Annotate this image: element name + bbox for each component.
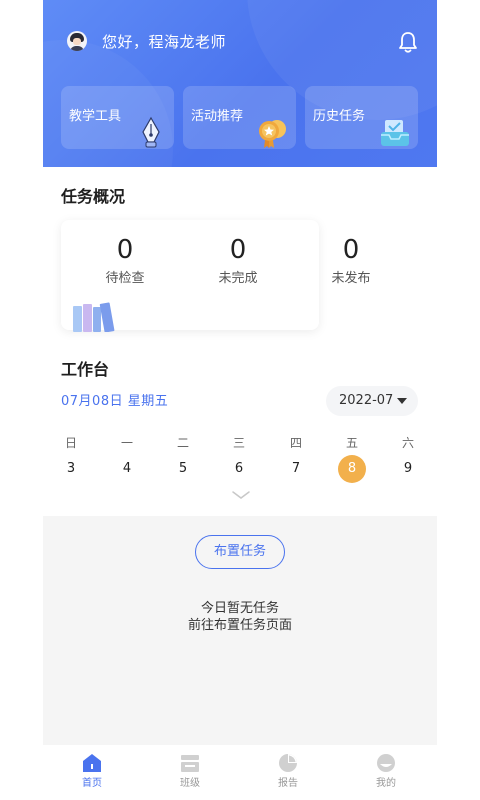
bottom-nav: 首页 班级 报告 我的 bbox=[43, 745, 437, 800]
stat-value: 0 bbox=[229, 235, 247, 265]
calendar-day[interactable]: 6 bbox=[225, 455, 253, 483]
calendar-day[interactable]: 3 bbox=[57, 455, 85, 483]
caret-down-icon bbox=[397, 398, 407, 404]
weekday-label: 日 bbox=[64, 436, 77, 450]
calendar-day[interactable]: 7 bbox=[282, 455, 310, 483]
greeting-text: 您好，程海龙老师 bbox=[102, 33, 227, 51]
weekday-label: 二 bbox=[176, 436, 189, 450]
nav-label: 我的 bbox=[376, 778, 396, 789]
class-icon bbox=[181, 755, 199, 772]
weekday-label: 六 bbox=[401, 436, 414, 450]
calendar-day[interactable]: 5 bbox=[169, 455, 197, 483]
header: 您好，程海龙老师 教学工具 活动推荐 历史任务 bbox=[43, 0, 437, 167]
calendar-day-today[interactable]: 8 bbox=[338, 455, 366, 483]
tool-card-history-tasks[interactable]: 历史任务 bbox=[305, 86, 418, 149]
nav-label: 首页 bbox=[82, 778, 102, 789]
stat-value: 0 bbox=[116, 235, 134, 265]
home-icon bbox=[83, 754, 101, 772]
stat-value: 0 bbox=[342, 235, 360, 265]
assign-task-button[interactable]: 布置任务 bbox=[195, 535, 285, 569]
empty-task-area: 布置任务 今日暂无任务 前往布置任务页面 bbox=[43, 516, 437, 745]
month-value: 2022-07 bbox=[339, 393, 394, 408]
nav-item-report[interactable]: 报告 bbox=[239, 745, 337, 800]
week-calendar: 日 一 二 三 四 五 六 3 4 5 6 7 8 9 bbox=[43, 435, 437, 485]
calendar-day[interactable]: 4 bbox=[113, 455, 141, 483]
month-selector[interactable]: 2022-07 bbox=[326, 386, 418, 416]
tool-card-label: 教学工具 bbox=[69, 109, 122, 124]
nav-item-class[interactable]: 班级 bbox=[141, 745, 239, 800]
tool-card-teaching-tools[interactable]: 教学工具 bbox=[61, 86, 174, 149]
medal-icon bbox=[259, 120, 286, 148]
nav-label: 报告 bbox=[278, 778, 298, 789]
overview-title: 任务概况 bbox=[61, 187, 126, 206]
report-pie-icon bbox=[279, 754, 297, 772]
nav-item-home[interactable]: 首页 bbox=[43, 745, 141, 800]
calendar-day[interactable]: 9 bbox=[394, 455, 422, 483]
empty-message-line: 前往布置任务页面 bbox=[187, 618, 292, 633]
tool-card-label: 历史任务 bbox=[313, 109, 366, 124]
inbox-tray-icon bbox=[381, 120, 409, 146]
avatar[interactable] bbox=[67, 31, 87, 51]
app-screen: 您好，程海龙老师 教学工具 活动推荐 历史任务 任务概况 0 待检查 0 未完成… bbox=[43, 0, 437, 800]
nav-item-profile[interactable]: 我的 bbox=[337, 745, 435, 800]
bell-icon[interactable] bbox=[397, 30, 419, 54]
stat-label: 未完成 bbox=[218, 271, 258, 286]
stat-label: 待检查 bbox=[105, 271, 145, 286]
weekday-label: 三 bbox=[232, 436, 245, 450]
chevron-down-icon[interactable] bbox=[231, 490, 251, 500]
tool-card-label: 活动推荐 bbox=[191, 109, 244, 124]
weekday-label: 五 bbox=[345, 436, 358, 450]
tool-cards: 教学工具 活动推荐 历史任务 bbox=[61, 86, 419, 149]
tool-card-activity-recommend[interactable]: 活动推荐 bbox=[183, 86, 296, 149]
profile-icon bbox=[377, 754, 395, 772]
nav-label: 班级 bbox=[180, 778, 200, 789]
workbench-title: 工作台 bbox=[61, 360, 110, 379]
weekday-label: 一 bbox=[120, 436, 133, 450]
empty-message-line: 今日暂无任务 bbox=[200, 601, 279, 616]
pen-nib-icon bbox=[142, 116, 160, 148]
weekday-label: 四 bbox=[289, 436, 302, 450]
empty-message: 今日暂无任务 前往布置任务页面 bbox=[43, 600, 437, 634]
books-illustration-icon bbox=[73, 302, 115, 332]
current-date: 07月08日 星期五 bbox=[61, 394, 169, 409]
stat-label: 未发布 bbox=[331, 271, 371, 286]
task-overview-card: 0 待检查 0 未完成 0 未发布 bbox=[61, 220, 371, 332]
